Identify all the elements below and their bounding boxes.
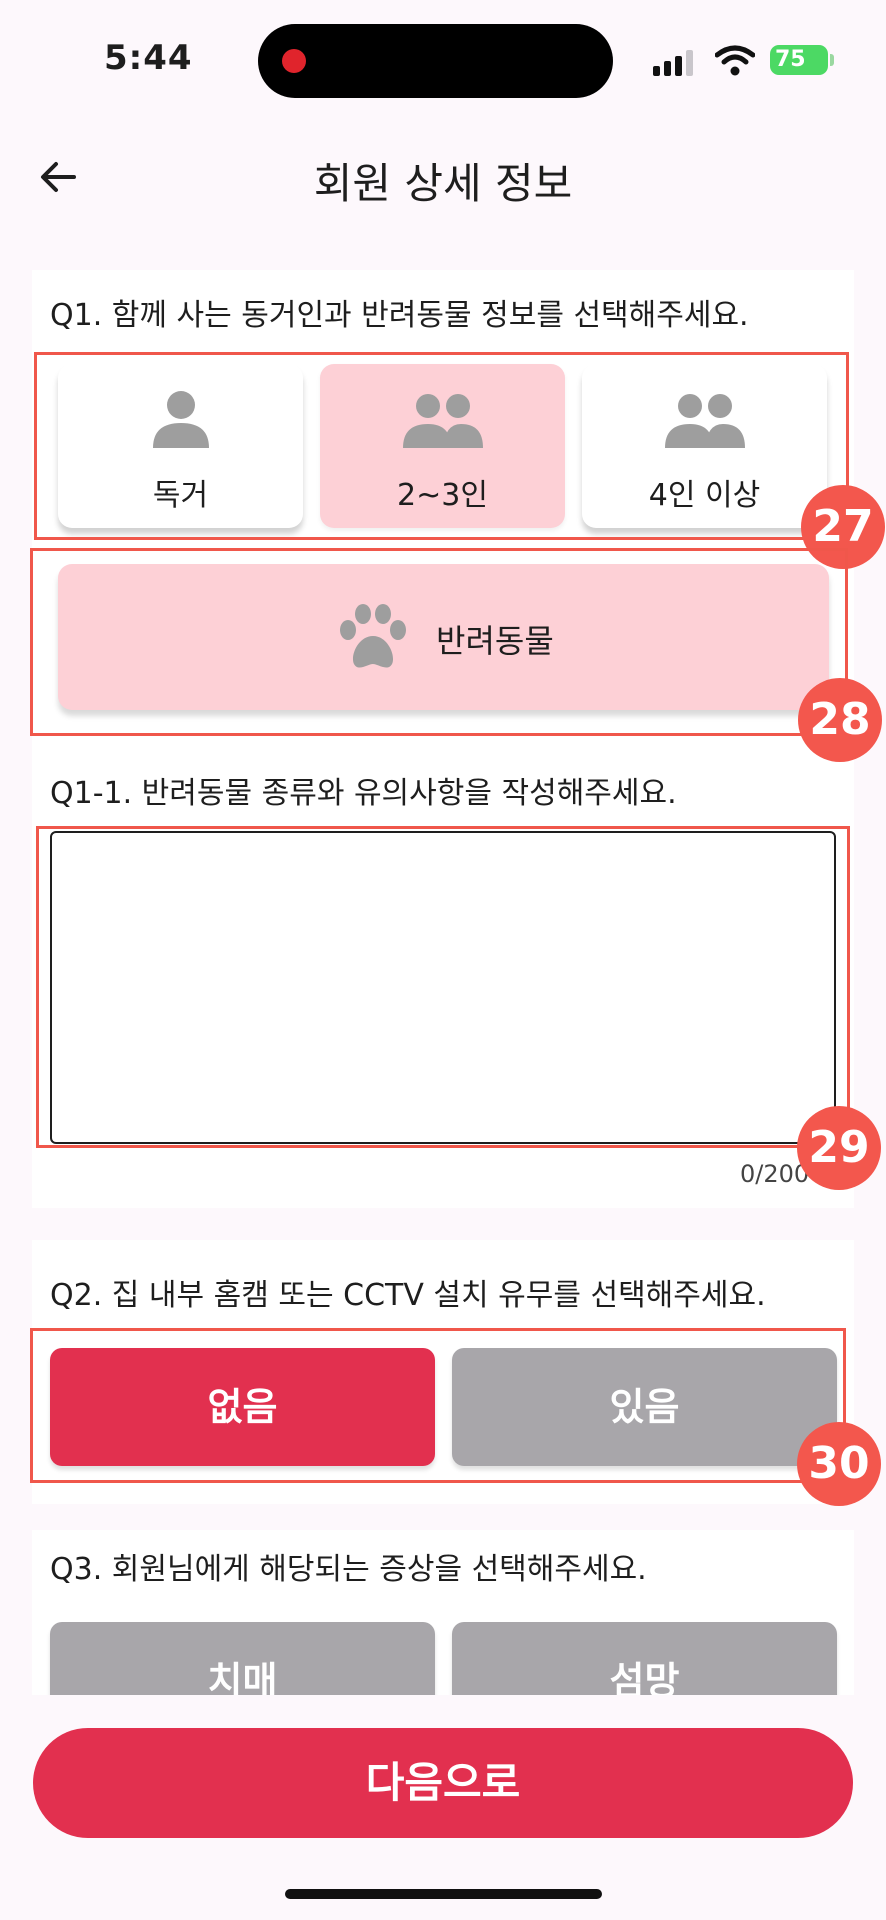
page-title: 회원 상세 정보 (313, 159, 573, 208)
signal-icon (653, 50, 699, 76)
recording-indicator-icon (282, 49, 306, 73)
battery-tip (830, 54, 834, 66)
annotation-box-30 (30, 1328, 846, 1483)
annotation-badge-28: 28 (798, 678, 882, 762)
annotation-badge-30: 30 (797, 1422, 881, 1506)
annotation-badge-29: 29 (797, 1106, 881, 1190)
member-detail-screen: 5:44 75 회원 상세 정보 Q1. 함께 사는 동거인과 반려동물 정보를… (0, 0, 886, 1920)
annotation-box-28 (30, 548, 848, 736)
home-indicator (285, 1889, 602, 1899)
symptom-dementia-button[interactable]: 치매 (50, 1622, 435, 1695)
annotation-box-27 (34, 352, 849, 540)
status-time: 5:44 (104, 38, 193, 78)
next-button[interactable]: 다음으로 (33, 1728, 853, 1838)
annotation-box-29 (36, 826, 850, 1148)
q2-question: Q2. 집 내부 홈캠 또는 CCTV 설치 유무를 선택해주세요. (50, 1278, 766, 1313)
symptom-delirium-button[interactable]: 섬망 (452, 1622, 837, 1695)
character-counter: 0/200 (740, 1160, 810, 1188)
dynamic-island (258, 24, 613, 98)
wifi-icon (715, 45, 755, 76)
q3-panel: Q3. 회원님에게 해당되는 증상을 선택해주세요. 치매 섬망 (32, 1530, 854, 1695)
q3-question: Q3. 회원님에게 해당되는 증상을 선택해주세요. (50, 1552, 647, 1587)
q1-1-question: Q1-1. 반려동물 종류와 유의사항을 작성해주세요. (50, 776, 677, 811)
q1-question: Q1. 함께 사는 동거인과 반려동물 정보를 선택해주세요. (50, 298, 749, 333)
battery-icon: 75 (770, 45, 828, 75)
